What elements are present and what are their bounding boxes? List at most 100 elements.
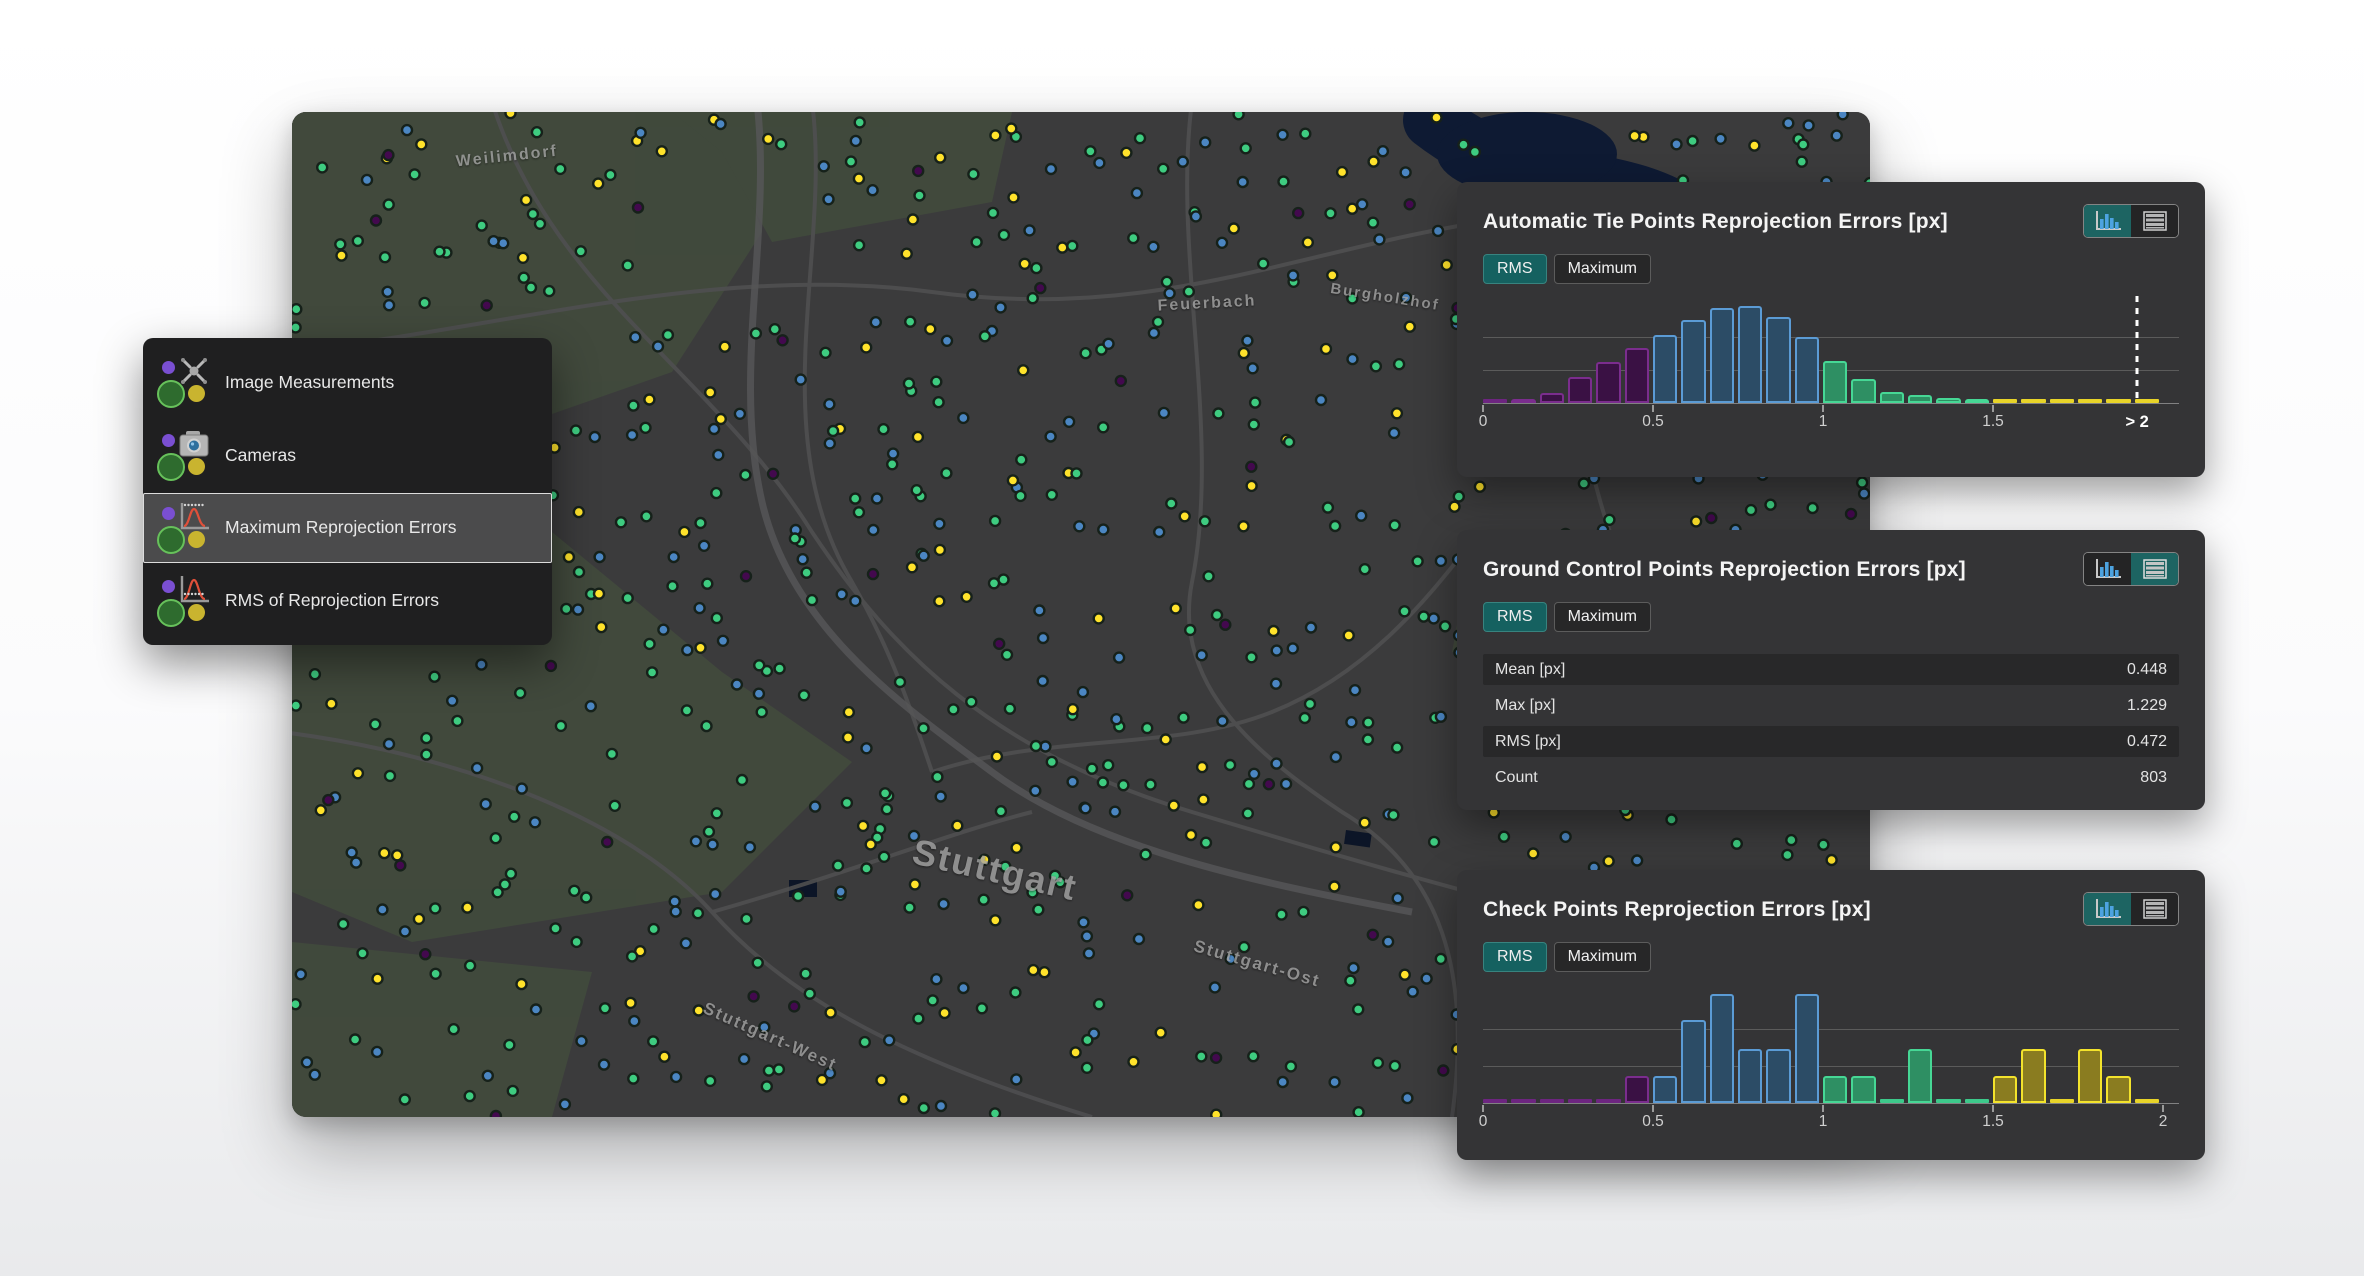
tick-label: 0: [1479, 1113, 1488, 1131]
purple-point-dot: [162, 434, 175, 447]
histogram-icon: [2093, 558, 2123, 580]
histogram-plot-area: [1483, 304, 2163, 404]
tick-label: 0: [1479, 413, 1488, 431]
camera-icon: [155, 427, 213, 483]
panel-title: Check Points Reprojection Errors [px]: [1483, 892, 1871, 922]
table-icon: [2142, 898, 2168, 920]
panel-automatic-tie-points: Automatic Tie Points Reprojection Errors…: [1457, 182, 2205, 477]
table-view-button[interactable]: [2131, 205, 2178, 237]
histogram-bar: [1625, 348, 1649, 403]
metric-tabs: RMS Maximum: [1483, 254, 2179, 284]
purple-point-dot: [162, 361, 175, 374]
gridline: [1483, 1066, 2179, 1067]
maximum-tab[interactable]: Maximum: [1554, 254, 1651, 284]
stat-value: 0.448: [2127, 661, 2167, 679]
menu-item-cameras[interactable]: Cameras: [143, 420, 552, 490]
table-row: Max [px] 1.229: [1483, 690, 2179, 721]
tick-mark: [1482, 1105, 1484, 1112]
view-toggle: [2083, 204, 2179, 238]
histogram-bar: [1738, 1049, 1762, 1103]
rms-tab[interactable]: RMS: [1483, 254, 1547, 284]
rms-tab[interactable]: RMS: [1483, 942, 1547, 972]
histogram-bar: [1653, 335, 1677, 403]
tick-label: 0.5: [1642, 413, 1664, 431]
stat-value: 1.229: [2127, 697, 2167, 715]
histogram-view-button[interactable]: [2084, 893, 2131, 925]
tick-mark: [2162, 1105, 2164, 1112]
histogram-bar: [1681, 1020, 1705, 1103]
layer-menu: Image Measurements Cameras Maximum Reproje…: [143, 338, 552, 645]
rms-histogram-icon: [155, 573, 213, 629]
tie-points-icon: [155, 354, 213, 410]
menu-item-rms-of-reprojection-errors[interactable]: RMS of Reprojection Errors: [143, 566, 552, 636]
histogram-bar: [1766, 1049, 1790, 1103]
menu-item-label: Image Measurements: [225, 372, 394, 393]
histogram-bar: [1596, 362, 1620, 403]
histogram-bar: [1625, 1076, 1649, 1103]
panel-title: Automatic Tie Points Reprojection Errors…: [1483, 204, 1948, 234]
stat-value: 803: [2140, 769, 2167, 787]
tick-label: 1.5: [1982, 413, 2004, 431]
histogram-view-button[interactable]: [2084, 205, 2131, 237]
rms-tab[interactable]: RMS: [1483, 602, 1547, 632]
menu-item-label: RMS of Reprojection Errors: [225, 590, 439, 611]
stat-label: RMS [px]: [1495, 733, 1561, 751]
histogram-bar: [1851, 1076, 1875, 1103]
histogram-bar: [1710, 994, 1734, 1103]
histogram-bar: [2106, 1076, 2130, 1103]
gridline: [1483, 1029, 2179, 1030]
check-points-histogram: 00.511.52: [1483, 992, 2179, 1132]
histogram-bar: [2021, 1049, 2045, 1103]
tick-mark: [1822, 1105, 1824, 1112]
histogram-bar: [1908, 1049, 1932, 1103]
view-toggle: [2083, 892, 2179, 926]
metric-tabs: RMS Maximum: [1483, 602, 2179, 632]
histogram-view-button[interactable]: [2084, 553, 2131, 585]
gridline: [1483, 337, 2179, 338]
histogram-bar: [1795, 994, 1819, 1103]
histogram-bar: [2078, 1049, 2102, 1103]
histogram-bar: [1908, 395, 1932, 403]
max-histogram-icon: [155, 500, 213, 556]
histogram-bar: [1653, 1076, 1677, 1103]
yellow-point-dot: [188, 531, 205, 548]
histogram-bar: [1823, 361, 1847, 403]
table-view-button[interactable]: [2131, 553, 2178, 585]
maximum-tab[interactable]: Maximum: [1554, 942, 1651, 972]
tick-label: 1: [1819, 413, 1828, 431]
table-view-button[interactable]: [2131, 893, 2178, 925]
histogram-bar: [1568, 377, 1592, 403]
panel-check-points: Check Points Reprojection Errors [px]: [1457, 870, 2205, 1160]
histogram-icon: [2093, 898, 2123, 920]
stat-label: Max [px]: [1495, 697, 1555, 715]
histogram-bar: [1766, 317, 1790, 403]
menu-item-image-measurements[interactable]: Image Measurements: [143, 347, 552, 417]
histogram-bar: [1738, 306, 1762, 403]
x-axis-ticks: 00.511.5> 2: [1483, 404, 2163, 432]
table-icon: [2142, 558, 2168, 580]
maximum-tab[interactable]: Maximum: [1554, 602, 1651, 632]
histogram-icon: [2093, 210, 2123, 232]
menu-item-label: Cameras: [225, 445, 296, 466]
tick-label: 2: [2159, 1113, 2168, 1131]
threshold-line: [2136, 296, 2139, 404]
menu-item-label: Maximum Reprojection Errors: [225, 517, 456, 538]
histogram-bar: [1681, 320, 1705, 403]
stat-label: Count: [1495, 769, 1538, 787]
histogram-bar: [1880, 392, 1904, 403]
tick-mark: [1652, 405, 1654, 412]
x-axis-ticks: 00.511.52: [1483, 1104, 2163, 1132]
tie-points-histogram: 00.511.5> 2: [1483, 304, 2179, 432]
histogram-bar: [1710, 308, 1734, 403]
metric-tabs: RMS Maximum: [1483, 942, 2179, 972]
table-row: RMS [px]0.472: [1483, 726, 2179, 757]
purple-point-dot: [162, 580, 175, 593]
yellow-point-dot: [188, 604, 205, 621]
stat-label: Mean [px]: [1495, 661, 1565, 679]
histogram-bar: [1823, 1076, 1847, 1103]
yellow-point-dot: [188, 458, 205, 475]
yellow-point-dot: [188, 385, 205, 402]
menu-item-maximum-reprojection-errors[interactable]: Maximum Reprojection Errors: [143, 493, 552, 563]
tick-mark: [1482, 405, 1484, 412]
table-row: Mean [px] 0.448: [1483, 654, 2179, 685]
